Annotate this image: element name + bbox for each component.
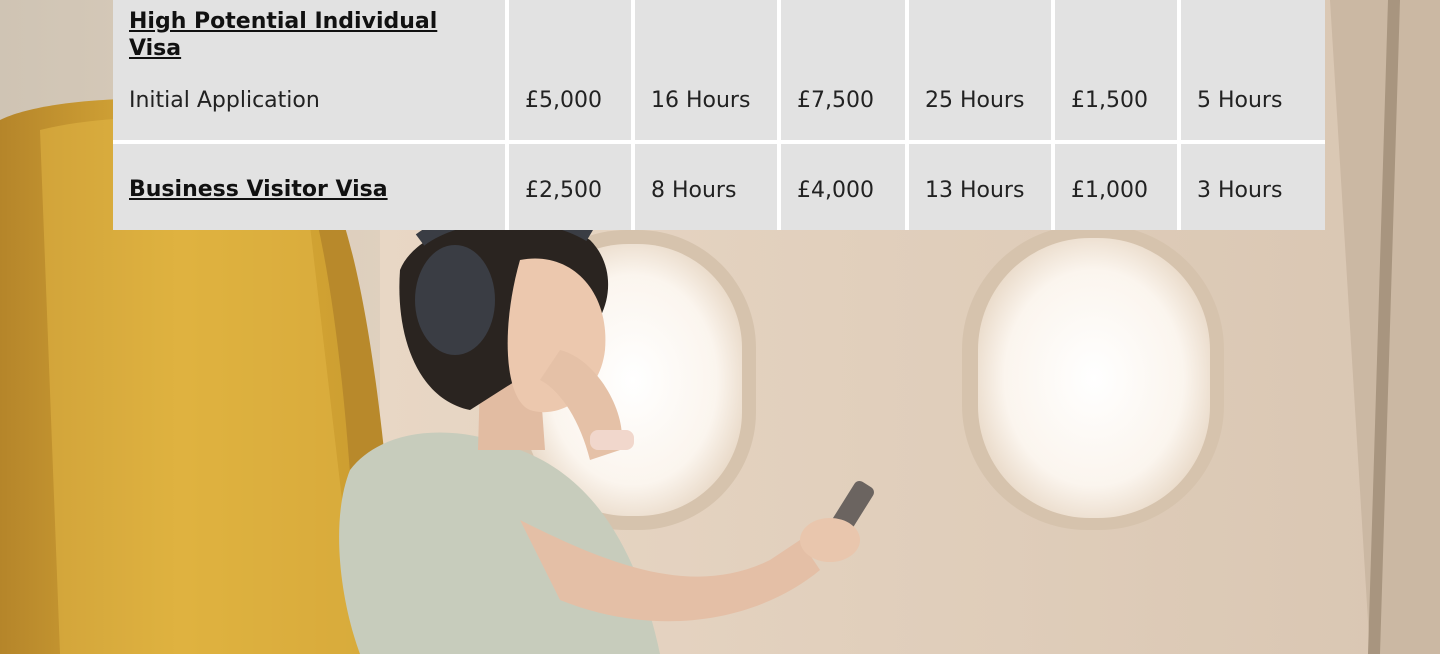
hours-cell: 16 Hours	[635, 0, 781, 144]
hours-cell: 5 Hours	[1181, 0, 1325, 144]
price-cell: £1,500	[1055, 0, 1181, 144]
visa-pricing-table: High Potential Individual Visa Initial A…	[113, 0, 1325, 230]
price-cell: £2,500	[509, 144, 635, 230]
price-cell: £4,000	[781, 144, 909, 230]
price-cell: £1,000	[1055, 144, 1181, 230]
hours-cell: 8 Hours	[635, 144, 781, 230]
high-potential-individual-visa-link[interactable]: High Potential Individual Visa	[129, 8, 489, 62]
visa-name-cell: Business Visitor Visa	[113, 144, 509, 230]
table-row: Business Visitor Visa £2,500 8 Hours £4,…	[113, 144, 1325, 230]
price-cell: £5,000	[509, 0, 635, 144]
visa-name-cell: High Potential Individual Visa Initial A…	[113, 0, 509, 144]
page: High Potential Individual Visa Initial A…	[0, 0, 1440, 654]
table-row: High Potential Individual Visa Initial A…	[113, 0, 1325, 144]
hours-cell: 25 Hours	[909, 0, 1055, 144]
price-cell: £7,500	[781, 0, 909, 144]
business-visitor-visa-link[interactable]: Business Visitor Visa	[129, 176, 505, 203]
initial-application-label: Initial Application	[129, 88, 320, 113]
hours-cell: 13 Hours	[909, 144, 1055, 230]
hours-cell: 3 Hours	[1181, 144, 1325, 230]
